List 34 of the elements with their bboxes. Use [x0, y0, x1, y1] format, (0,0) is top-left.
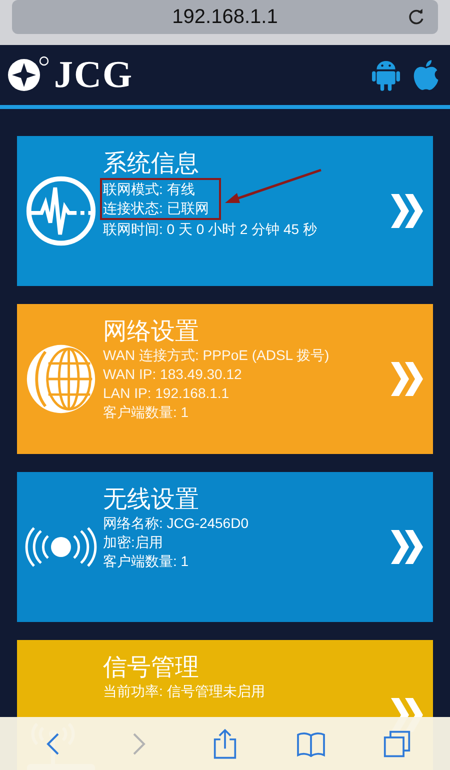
menu-card[interactable]: 无线设置 网络名称: JCG-2456D0 加密:启用 客户端数量: 1: [17, 472, 433, 622]
status-line: 客户端数量: 1: [103, 552, 189, 571]
card-title: 信号管理: [103, 652, 199, 682]
apple-icon[interactable]: [412, 59, 440, 91]
menu-card[interactable]: 网络设置 WAN 连接方式: PPPoE (ADSL 拨号) WAN IP: 183.49.30.12 LAN IP: 192.168.1.1 客户端数量: 1: [17, 304, 433, 454]
status-line: WAN IP: 183.49.30.12: [103, 365, 242, 384]
status-line: 联网时间: 0 天 0 小时 2 分钟 45 秒: [103, 220, 317, 239]
chevron-icon: [389, 194, 425, 228]
share-icon[interactable]: [213, 728, 237, 760]
status-line: WAN 连接方式: PPPoE (ADSL 拨号): [103, 346, 330, 365]
globe-icon: [24, 342, 98, 416]
menu-card[interactable]: 系统信息 联网模式: 有线 连接状态: 已联网 联网时间: 0 天 0 小时 2 分钟 45 秒: [17, 136, 433, 286]
android-icon[interactable]: [372, 59, 400, 91]
chevron-icon: [389, 530, 425, 564]
status-line: 网络名称: JCG-2456D0: [103, 514, 248, 533]
status-line: 当前功率: 信号管理未启用: [103, 682, 265, 701]
status-line: 加密:启用: [103, 533, 163, 552]
card-title: 无线设置: [103, 484, 199, 514]
card-title: 网络设置: [103, 316, 199, 346]
url-text: 192.168.1.1: [172, 6, 278, 28]
logo-text: JCG: [54, 53, 133, 97]
status-line: 连接状态: 已联网: [103, 199, 209, 218]
back-icon[interactable]: [46, 732, 60, 756]
status-line: 联网模式: 有线: [103, 180, 196, 199]
reload-icon[interactable]: [408, 8, 426, 26]
heartbeat-icon: [24, 174, 98, 248]
status-line: 客户端数量: 1: [103, 403, 189, 422]
status-line: LAN IP: 192.168.1.1: [103, 384, 230, 403]
wifi-icon: [23, 527, 99, 567]
chevron-icon: [389, 362, 425, 396]
book-icon[interactable]: [296, 730, 326, 756]
address-field[interactable]: 192.168.1.1: [12, 0, 438, 34]
tabs-icon[interactable]: [383, 730, 411, 758]
card-title: 系统信息: [103, 148, 199, 178]
